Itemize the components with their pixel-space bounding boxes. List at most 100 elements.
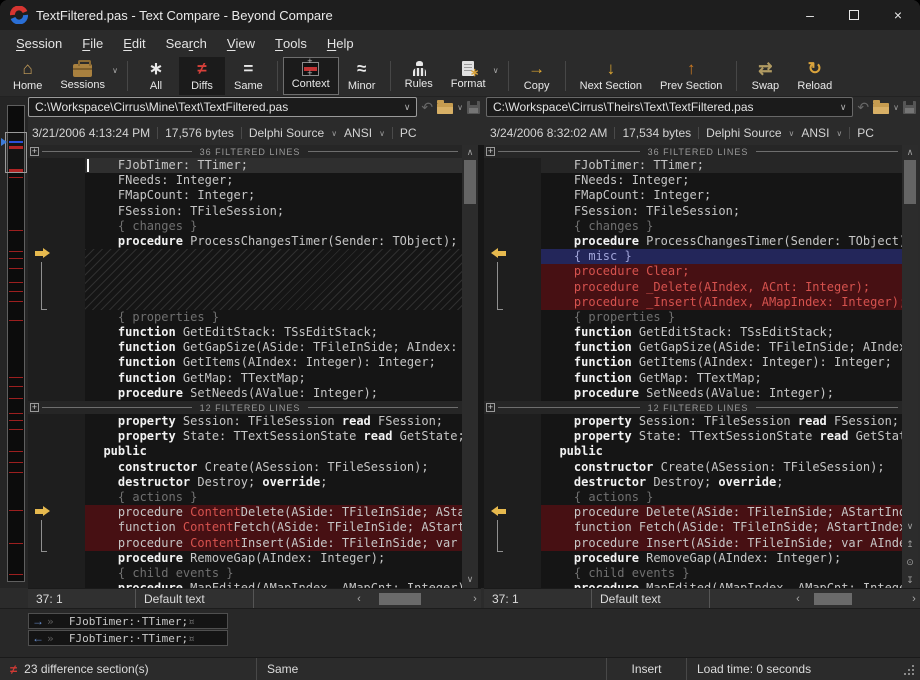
code-line[interactable]: function GetItems(AIndex: Integer): Inte…	[541, 355, 902, 370]
right-line-ending[interactable]: PC	[857, 126, 874, 140]
scroll-up-icon[interactable]: ∧	[902, 145, 918, 159]
scroll-down-icon[interactable]: ∨	[902, 519, 918, 533]
code-line[interactable]: FNeeds: Integer;	[85, 173, 462, 188]
code-line[interactable]: procedure _Insert(AIndex, AMapIndex: Int…	[541, 295, 902, 310]
menu-item-file[interactable]: File	[72, 30, 113, 56]
code-line[interactable]: procedure MapEdited(AMapIndex, AMapCnt: …	[541, 581, 902, 588]
code-line[interactable]: constructor Create(ASession: TFileSessio…	[541, 460, 902, 475]
alignment-row[interactable]: →» FJobTimer:·TTimer;¤	[28, 613, 228, 629]
undo-icon[interactable]: ↶	[421, 100, 433, 114]
filtered-lines-bar[interactable]: +36 FILTERED LINES	[484, 145, 902, 158]
rules-button[interactable]: Rules	[396, 57, 442, 95]
scrollbar-thumb[interactable]	[814, 593, 852, 605]
code-line[interactable]: function ContentFetch(ASide: TFileInSide…	[85, 520, 462, 535]
code-line[interactable]: function GetItems(AIndex: Integer): Inte…	[85, 355, 462, 370]
code-line[interactable]: { properties }	[541, 310, 902, 325]
scrollbar-thumb[interactable]	[379, 593, 421, 605]
prev-section-button[interactable]: ↑Prev Section	[651, 57, 731, 95]
alignment-row[interactable]: ←» FJobTimer:·TTimer;¤	[28, 630, 228, 646]
code-line[interactable]: FMapCount: Integer;	[541, 188, 902, 203]
code-line[interactable]: procedure ProcessChangesTimer(Sender: TO…	[541, 234, 902, 249]
save-icon[interactable]	[903, 101, 916, 114]
right-horizontal-scrollbar[interactable]: ‹ ›	[792, 589, 920, 609]
scrollbar-thumb[interactable]	[904, 160, 916, 204]
overview-strip[interactable]	[0, 97, 28, 588]
code-line[interactable]: procedure Delete(ASide: TFileInSide; ASt…	[541, 505, 902, 520]
minor-button[interactable]: ≈Minor	[339, 57, 385, 95]
left-line-ending[interactable]: PC	[400, 126, 417, 140]
filtered-lines-bar[interactable]: +12 FILTERED LINES	[484, 401, 902, 414]
chevron-down-icon[interactable]: ∨	[379, 129, 385, 138]
left-vertical-scrollbar[interactable]: ∧ ∨	[462, 145, 478, 588]
expand-plus-icon[interactable]: +	[30, 147, 39, 156]
open-folder-icon[interactable]	[437, 103, 453, 114]
next-section-button[interactable]: ↓Next Section	[571, 57, 651, 95]
diffs-button[interactable]: ≠Diffs	[179, 57, 225, 95]
code-line[interactable]: property Session: TFileSession read FSes…	[85, 414, 462, 429]
code-line[interactable]: procedure SetNeeds(AValue: Integer);	[541, 386, 902, 401]
code-line[interactable]: { changes }	[85, 219, 462, 234]
left-format-select[interactable]: Delphi Source	[249, 126, 324, 140]
code-line[interactable]: property State: TTextSessionState read G…	[541, 429, 902, 444]
scroll-right-icon[interactable]: ›	[908, 593, 920, 605]
overview-viewport[interactable]	[5, 132, 27, 172]
chevron-down-icon[interactable]: ∨	[457, 103, 463, 112]
code-line[interactable]: function GetEditStack: TSsEditStack;	[541, 325, 902, 340]
same-button[interactable]: =Same	[225, 57, 272, 95]
right-vertical-scrollbar[interactable]: ∧ ∨ ↥ ⊙ ↧	[902, 145, 918, 588]
menu-item-view[interactable]: View	[217, 30, 265, 56]
chevron-down-icon[interactable]: ∨	[331, 129, 337, 138]
code-line[interactable]: function Fetch(ASide: TFileInSide; AStar…	[541, 520, 902, 535]
code-line[interactable]: function GetEditStack: TSsEditStack;	[85, 325, 462, 340]
code-line[interactable]: { changes }	[541, 219, 902, 234]
left-encoding-select[interactable]: ANSI	[344, 126, 372, 140]
code-line[interactable]: destructor Destroy; override;	[541, 475, 902, 490]
code-line[interactable]: procedure Insert(ASide: TFileInSide; var…	[541, 536, 902, 551]
save-icon[interactable]	[467, 101, 480, 114]
expand-plus-icon[interactable]: +	[486, 403, 495, 412]
minimize-button[interactable]: –	[788, 0, 832, 30]
code-line[interactable]: procedure _Delete(AIndex, ACnt: Integer)…	[541, 280, 902, 295]
copy-button[interactable]: →Copy	[514, 57, 560, 95]
expand-plus-icon[interactable]: +	[486, 147, 495, 156]
chevron-down-icon[interactable]: ∨	[836, 129, 842, 138]
code-line[interactable]: { actions }	[85, 490, 462, 505]
right-format-select[interactable]: Delphi Source	[706, 126, 781, 140]
scrollbar-thumb[interactable]	[464, 160, 476, 204]
code-line[interactable]: procedure ProcessChangesTimer(Sender: TO…	[85, 234, 462, 249]
prev-difference-icon[interactable]: ↥	[902, 537, 918, 551]
undo-icon[interactable]: ↶	[857, 100, 869, 114]
scroll-right-icon[interactable]: ›	[469, 593, 481, 605]
code-line[interactable]: public	[541, 444, 902, 459]
scroll-left-icon[interactable]: ‹	[792, 593, 804, 605]
code-line[interactable]: FJobTimer: TTimer;	[85, 158, 462, 173]
filtered-lines-bar[interactable]: +12 FILTERED LINES	[28, 401, 462, 414]
menu-item-tools[interactable]: Tools	[265, 30, 317, 56]
reload-button[interactable]: ↻Reload	[788, 57, 841, 95]
code-line[interactable]: function GetGapSize(ASide: TFileInSide; …	[541, 340, 902, 355]
code-line[interactable]: { child events }	[541, 566, 902, 581]
next-difference-icon[interactable]: ↧	[902, 573, 918, 587]
code-line[interactable]: property Session: TFileSession read FSes…	[541, 414, 902, 429]
close-button[interactable]: ×	[876, 0, 920, 30]
resize-grip[interactable]	[904, 673, 906, 675]
all-button[interactable]: ∗All	[133, 57, 179, 95]
code-line[interactable]: { properties }	[85, 310, 462, 325]
code-line[interactable]: public	[85, 444, 462, 459]
code-line[interactable]: procedure SetNeeds(AValue: Integer);	[85, 386, 462, 401]
context-button[interactable]: Context	[283, 57, 339, 95]
code-line[interactable]: property State: TTextSessionState read G…	[85, 429, 462, 444]
center-difference-icon[interactable]: ⊙	[902, 555, 918, 569]
code-line[interactable]: procedure RemoveGap(AIndex: Integer);	[85, 551, 462, 566]
maximize-button[interactable]	[832, 0, 876, 30]
code-line[interactable]: { child events }	[85, 566, 462, 581]
file-overview-map[interactable]	[7, 105, 25, 582]
code-line[interactable]: FMapCount: Integer;	[85, 188, 462, 203]
code-line[interactable]: FSession: TFileSession;	[85, 204, 462, 219]
chevron-down-icon[interactable]: ∨	[893, 103, 899, 112]
code-line[interactable]: FNeeds: Integer;	[541, 173, 902, 188]
expand-plus-icon[interactable]: +	[30, 403, 39, 412]
open-folder-icon[interactable]	[873, 103, 889, 114]
menu-item-session[interactable]: Session	[6, 30, 72, 56]
format-button[interactable]: ∨Format	[442, 57, 503, 95]
